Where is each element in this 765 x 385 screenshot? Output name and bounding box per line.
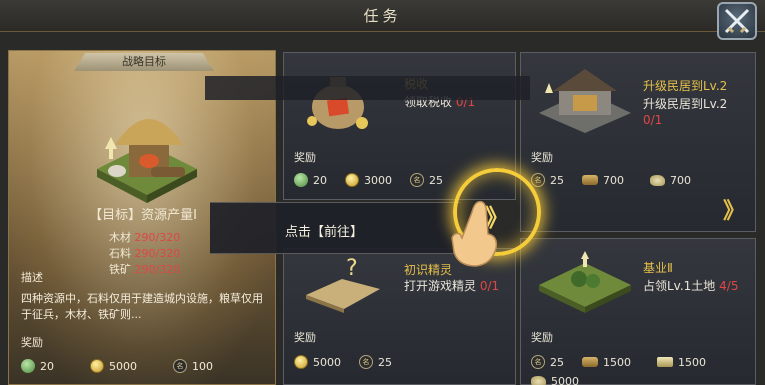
coin-icon bbox=[345, 173, 359, 187]
reward-label: 奖励 bbox=[21, 336, 43, 349]
coin-icon bbox=[294, 355, 308, 369]
iron-icon bbox=[657, 357, 673, 367]
tutorial-shade bbox=[205, 76, 530, 100]
thatched-house-icon bbox=[97, 119, 197, 203]
reward-list: 20 3000 名 25 bbox=[294, 173, 461, 187]
reward-list-extra: 5000 bbox=[531, 375, 597, 385]
svg-text:?: ? bbox=[346, 256, 358, 281]
fame-icon: 名 bbox=[173, 359, 187, 373]
fame-icon: 名 bbox=[531, 355, 545, 369]
task-desc: 升级民居到Lv.2 bbox=[643, 97, 728, 111]
resource-row-stone: 石料 290/320 bbox=[109, 247, 181, 260]
reward-list: 5000 名 25 bbox=[294, 355, 410, 369]
task-desc: 占领Lv.1土地 4/5 bbox=[643, 279, 739, 293]
description-label: 描述 bbox=[21, 271, 43, 284]
fame-icon: 名 bbox=[359, 355, 373, 369]
task-progress: 0/1 bbox=[643, 113, 663, 127]
page-title: 任务 bbox=[363, 7, 402, 25]
header-bar: 任务 bbox=[0, 0, 765, 40]
stone-icon bbox=[531, 376, 546, 385]
reward-coin: 3000 bbox=[345, 173, 392, 187]
task-desc: 打开游戏精灵 0/1 bbox=[404, 279, 500, 293]
task-name: 基业Ⅱ bbox=[643, 261, 673, 275]
reward-label: 奖励 bbox=[294, 151, 316, 164]
description-text: 四种资源中，石料仅用于建造城内设施，粮草仅用于征兵，木材、铁矿则... bbox=[21, 292, 263, 321]
reward-wood: 700 bbox=[582, 174, 624, 187]
reward-list: 名 25 700 700 bbox=[531, 173, 709, 187]
task-card-foundation[interactable]: 基业Ⅱ 占领Lv.1土地 4/5 奖励 名 25 1500 1500 5000 bbox=[520, 238, 756, 385]
reward-stone: 5000 bbox=[531, 375, 579, 385]
reward-wood: 1500 bbox=[582, 356, 631, 369]
palace-icon bbox=[539, 69, 631, 133]
pointing-hand-icon bbox=[451, 200, 498, 267]
reward-jade: 20 bbox=[21, 359, 54, 373]
resource-row-iron: 铁矿 290/320 bbox=[109, 263, 181, 276]
reward-label: 奖励 bbox=[294, 331, 316, 344]
close-button[interactable] bbox=[717, 2, 757, 40]
task-name: 升级民居到Lv.2 bbox=[643, 79, 728, 93]
task-name: 初识精灵 bbox=[404, 263, 453, 277]
task-card-upgrade[interactable]: 升级民居到Lv.2 升级民居到Lv.2 0/1 奖励 名 25 700 700 》 bbox=[520, 52, 756, 232]
reward-label: 奖励 bbox=[531, 331, 553, 344]
wood-icon bbox=[582, 175, 598, 185]
go-button[interactable]: 》 bbox=[723, 201, 745, 223]
reward-list: 名 25 1500 1500 bbox=[531, 355, 724, 369]
reward-jade: 20 bbox=[294, 173, 327, 187]
reward-fame: 名 25 bbox=[359, 355, 392, 369]
wood-icon bbox=[582, 357, 598, 367]
reward-iron: 1500 bbox=[657, 356, 706, 369]
reward-coin: 5000 bbox=[90, 359, 137, 373]
jade-icon bbox=[21, 359, 35, 373]
reward-fame: 名 25 bbox=[531, 355, 564, 369]
coin-icon bbox=[90, 359, 104, 373]
crossed-swords-icon bbox=[724, 8, 750, 34]
tutorial-hint-bar: 点击【前往】 bbox=[210, 202, 460, 254]
task-card-spirit[interactable]: ? 初识精灵 打开游戏精灵 0/1 奖励 5000 名 25 bbox=[283, 248, 516, 385]
scroll-map-icon: ? bbox=[306, 256, 380, 313]
land-tile-icon bbox=[539, 251, 631, 313]
reward-stone: 700 bbox=[650, 174, 691, 187]
reward-coin: 5000 bbox=[294, 355, 341, 369]
reward-label: 奖励 bbox=[531, 151, 553, 164]
reward-fame: 名 25 bbox=[410, 173, 443, 187]
reward-list: 20 5000 名 100 bbox=[21, 359, 231, 373]
strategic-goal-tab: 战略目标 bbox=[74, 53, 214, 71]
fame-icon: 名 bbox=[410, 173, 424, 187]
resource-row-wood: 木材 290/320 bbox=[109, 231, 181, 244]
tutorial-hint-text: 点击【前往】 bbox=[285, 225, 364, 240]
fame-icon: 名 bbox=[531, 173, 545, 187]
jade-icon bbox=[294, 173, 308, 187]
reward-fame: 名 25 bbox=[531, 173, 564, 187]
reward-fame: 名 100 bbox=[173, 359, 213, 373]
stone-icon bbox=[650, 174, 665, 186]
